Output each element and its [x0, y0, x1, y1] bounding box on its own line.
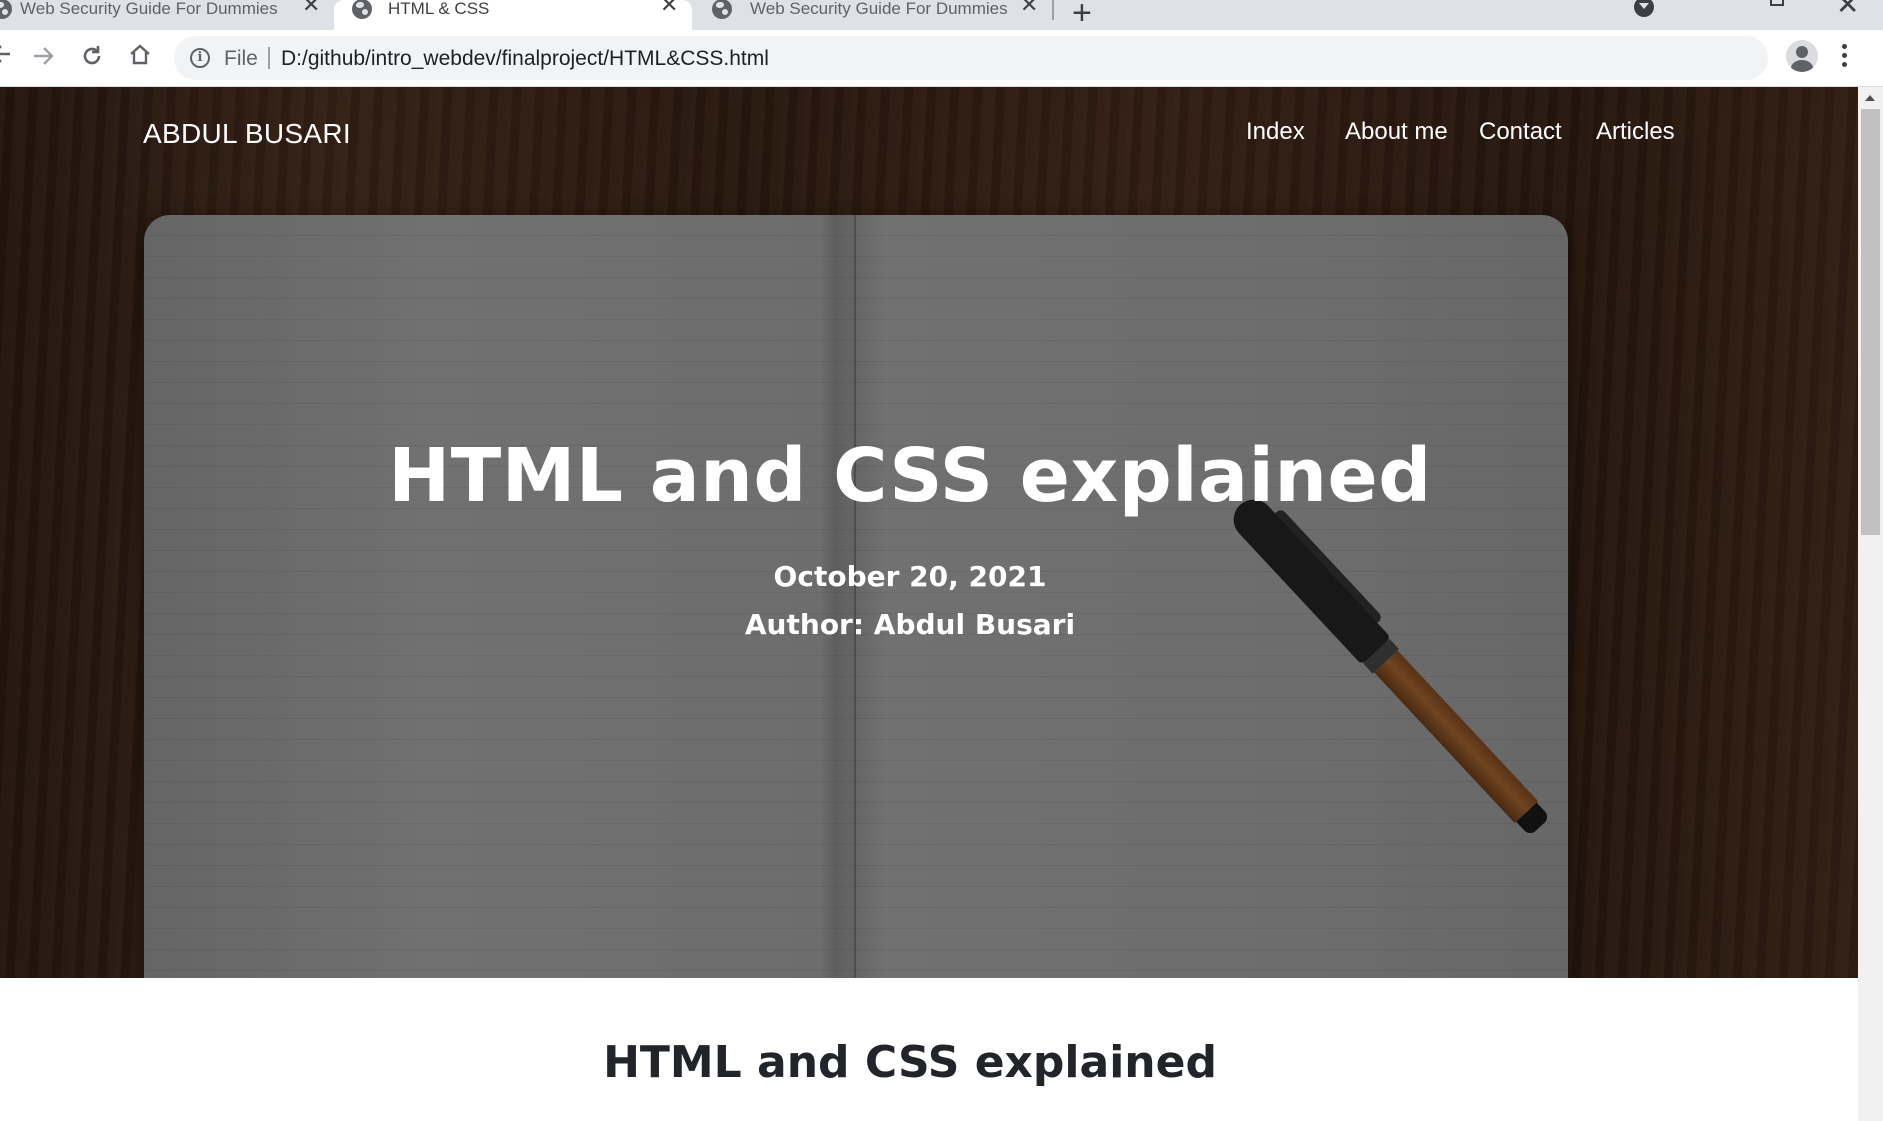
tab-web-security-2[interactable]: Web Security Guide For Dummies ✕ — [700, 0, 1052, 30]
hero-overlay — [0, 87, 1858, 978]
kebab-menu-icon[interactable] — [1842, 44, 1848, 70]
page-viewport: ABDUL BUSARI Index About me Contact Arti… — [0, 87, 1858, 1121]
page-scrollbar[interactable] — [1858, 87, 1883, 1121]
tab-title: Web Security Guide For Dummies — [750, 0, 1008, 18]
omnibox-separator — [268, 47, 270, 69]
scheme-label: File — [224, 47, 258, 70]
info-icon[interactable]: i — [190, 48, 210, 68]
home-icon[interactable] — [128, 43, 152, 72]
new-tab-button[interactable]: + — [1072, 0, 1092, 33]
close-icon[interactable]: ✕ — [1020, 0, 1038, 16]
post-date: October 20, 2021 — [773, 560, 1047, 593]
maximize-icon[interactable] — [1770, 0, 1784, 6]
tab-title: Web Security Guide For Dummies — [20, 0, 278, 18]
browser-toolbar: i File D:/github/intro_webdev/finalproje… — [0, 30, 1883, 87]
nav-link-articles[interactable]: Articles — [1596, 118, 1675, 146]
post-author: Author: Abdul Busari — [744, 608, 1076, 641]
close-icon[interactable]: ✕ — [302, 0, 320, 16]
tab-search-dropdown-icon[interactable] — [1634, 0, 1654, 17]
site-brand[interactable]: ABDUL BUSARI — [143, 118, 351, 150]
globe-icon — [712, 0, 732, 19]
tab-title: HTML & CSS — [388, 0, 490, 18]
scroll-thumb[interactable] — [1861, 109, 1880, 535]
nav-link-contact[interactable]: Contact — [1479, 118, 1562, 146]
url-input[interactable]: D:/github/intro_webdev/finalproject/HTML… — [281, 47, 769, 71]
article-heading: HTML and CSS explained — [603, 1037, 1217, 1088]
arrow-right-icon[interactable] — [32, 44, 56, 73]
scroll-up-arrow-icon[interactable] — [1865, 95, 1875, 101]
tab-strip: Web Security Guide For Dummies ✕ HTML & … — [0, 0, 1883, 33]
globe-icon — [0, 0, 12, 19]
tab-separator — [1052, 0, 1054, 20]
arrow-left-icon[interactable] — [0, 42, 12, 71]
window-close-icon[interactable]: ✕ — [1836, 0, 1859, 21]
tab-web-security-1[interactable]: Web Security Guide For Dummies ✕ — [0, 0, 330, 30]
globe-icon — [352, 0, 372, 19]
nav-link-index[interactable]: Index — [1246, 118, 1305, 146]
hero-section: ABDUL BUSARI Index About me Contact Arti… — [0, 87, 1858, 978]
hero-title: HTML and CSS explained — [388, 433, 1432, 519]
close-icon[interactable]: ✕ — [660, 0, 678, 16]
avatar[interactable] — [1786, 40, 1818, 72]
address-bar[interactable]: i File D:/github/intro_webdev/finalproje… — [174, 36, 1768, 80]
nav-link-about-me[interactable]: About me — [1345, 118, 1448, 146]
reload-icon[interactable] — [80, 44, 104, 73]
tab-html-css[interactable]: HTML & CSS ✕ — [334, 0, 692, 30]
